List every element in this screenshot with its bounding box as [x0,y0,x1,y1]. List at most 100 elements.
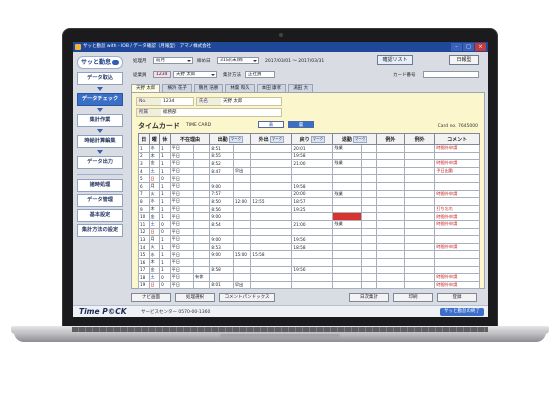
cell-weekday[interactable]: 土 [148,166,161,176]
cell-day[interactable]: 3 [138,159,150,168]
cell-absence[interactable] [193,227,211,237]
cell-clock-out[interactable]: 残業 [332,219,362,229]
cell-out[interactable]: 15:58 [250,250,293,259]
cell-out[interactable] [250,265,293,275]
cell-holiday[interactable]: 0 [159,227,171,237]
cell-absence-type[interactable]: 平日 [169,212,195,221]
cell-exception[interactable] [375,204,405,214]
cell-clock-in[interactable] [209,174,234,183]
cell-out[interactable] [250,166,293,176]
cell-clock-in-mark[interactable] [232,257,252,267]
cell-comment[interactable]: 時間外申請 [434,219,480,229]
maximize-icon[interactable]: □ [463,43,474,51]
cell-clock-in-mark[interactable] [232,189,252,199]
cell-clock-in-mark[interactable]: 早出 [232,166,252,176]
sidebar-item-aggregate[interactable]: 集計作業 [77,114,123,127]
cell-clock-in[interactable]: 8:54 [209,219,234,229]
cell-exception2[interactable] [403,174,436,183]
cell-clock-in-mark[interactable] [232,151,252,161]
cell-holiday[interactable]: 1 [159,265,171,275]
cell-holiday[interactable]: 1 [159,189,171,199]
cell-absence-type[interactable]: 平日 [169,204,195,214]
cell-absence-type[interactable]: 平日 [169,257,195,267]
cell-holiday[interactable]: 1 [159,166,171,176]
cell-exception[interactable] [375,242,405,252]
cell-holiday[interactable]: 1 [159,250,171,259]
cell-comment[interactable] [434,181,480,191]
cell-clock-out[interactable] [332,250,362,259]
cell-day[interactable]: 7 [138,189,150,199]
cell-exception2[interactable] [403,219,436,229]
cell-weekday[interactable]: 土 [148,219,161,229]
exit-button[interactable]: サッと勤怠の終了 [440,308,484,316]
cell-return[interactable]: 18:57 [291,197,334,206]
cell-day[interactable]: 17 [138,265,150,275]
cell-clock-in[interactable]: 8:53 [209,242,234,252]
cell-clock-out-missing[interactable] [332,212,362,221]
cell-clock-out-mark[interactable] [360,181,377,191]
cell-comment[interactable]: 時間外申請 [434,212,480,221]
cell-clock-out[interactable] [332,151,362,161]
cell-clock-out[interactable]: 残業 [332,189,362,199]
cell-weekday[interactable]: 水 [148,197,161,206]
cell-clock-in-mark[interactable] [232,273,252,282]
cell-exception2[interactable] [403,242,436,252]
daily-report-button[interactable]: 日報型 [449,55,479,65]
card-no-field[interactable] [423,71,479,78]
cell-exception2[interactable] [403,181,436,191]
cell-comment[interactable] [434,265,480,275]
cell-clock-in[interactable]: 8:52 [209,159,234,168]
cell-weekday[interactable]: 火 [148,242,161,252]
sidebar-item-misc[interactable]: 諸時処理 [77,179,123,192]
cell-absence-type[interactable]: 平日 [169,273,195,282]
cell-clock-in[interactable] [209,257,234,267]
tab-employee[interactable]: 林葉 和久 [225,84,255,92]
cell-return[interactable]: 19:58 [291,151,334,161]
cell-weekday[interactable]: 金 [148,212,161,221]
comment-box-button[interactable]: コメントパンドックス [219,293,275,302]
cell-weekday[interactable]: 日 [148,280,161,290]
cell-clock-out-mark[interactable] [360,235,377,244]
cell-weekday[interactable]: 木 [148,257,161,267]
process-select-button[interactable]: 処理選択 [175,293,215,302]
cell-holiday[interactable]: 1 [159,242,171,252]
cell-comment[interactable]: 時間外申請 [434,273,480,282]
cell-return[interactable]: 21:00 [291,219,334,229]
cell-exception2[interactable] [403,227,436,237]
cell-clock-in[interactable]: 8:01 [209,280,234,290]
cell-holiday[interactable]: 1 [159,144,171,153]
cell-clock-in[interactable]: 8:58 [209,265,234,275]
cell-absence[interactable]: 有休 [193,273,211,282]
cell-weekday[interactable]: 金 [148,265,161,275]
cell-exception[interactable] [375,144,405,153]
cell-holiday[interactable]: 1 [159,212,171,221]
cell-clock-out-mark[interactable] [360,144,377,153]
cell-out[interactable] [250,257,293,267]
cell-out[interactable] [250,227,293,237]
cell-exception[interactable] [375,235,405,244]
cell-exception[interactable] [375,174,405,183]
cell-exception[interactable] [375,219,405,229]
cell-clock-in[interactable] [209,227,234,237]
sidebar-item-data-manage[interactable]: データ管理 [77,194,123,207]
cell-holiday[interactable]: 1 [159,235,171,244]
cell-comment[interactable] [434,227,480,237]
cell-out[interactable] [250,174,293,183]
cell-comment[interactable]: 時間外申請 [434,242,480,252]
cell-exception2[interactable] [403,151,436,161]
cell-exception2[interactable] [403,257,436,267]
cell-day[interactable]: 9 [138,204,150,214]
cell-day[interactable]: 14 [138,242,150,252]
employee-code-field[interactable]: 1234 [153,71,171,78]
cell-weekday[interactable]: 水 [148,250,161,259]
minimize-icon[interactable]: – [451,43,462,51]
cell-exception[interactable] [375,250,405,259]
cell-clock-out[interactable]: 残業 [332,159,362,168]
cell-clock-out[interactable] [332,273,362,282]
cell-holiday[interactable]: 1 [159,257,171,267]
cell-return[interactable]: 19:56 [291,265,334,275]
cell-clock-out[interactable] [332,197,362,206]
cutoff-select[interactable]: 31日(末)締 [217,57,259,64]
cell-day[interactable]: 19 [138,280,150,290]
cell-holiday[interactable]: 1 [159,151,171,161]
